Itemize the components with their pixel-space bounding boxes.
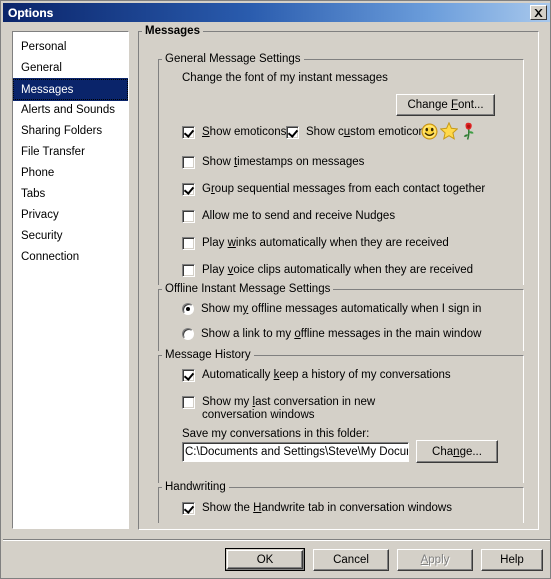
auto-keep-history-label: Automatically keep a history of my conve… xyxy=(202,369,451,381)
show-last-conversation-checkbox[interactable]: Show my last conversation in new conversa… xyxy=(182,396,442,422)
play-voice-clips-checkbox-box[interactable] xyxy=(182,264,195,277)
panel-title: Messages xyxy=(142,25,203,37)
offline-show-automatically-radio-box[interactable] xyxy=(182,303,194,315)
show-custom-emoticons-label: Show custom emoticons xyxy=(306,126,431,138)
change-font-description: Change the font of my instant messages xyxy=(182,72,388,84)
star-emoticon-icon xyxy=(440,122,458,140)
offline-show-link-radio[interactable]: Show a link to my offline messages in th… xyxy=(182,328,481,341)
show-last-conversation-checkbox-box[interactable] xyxy=(182,396,195,409)
options-dialog: Options Personal General Messages Alerts… xyxy=(0,0,551,579)
sidebar-item-tabs[interactable]: Tabs xyxy=(13,184,128,205)
offline-show-link-label: Show a link to my offline messages in th… xyxy=(201,328,482,340)
show-last-conversation-label: Show my last conversation in new conversa… xyxy=(202,396,376,421)
show-custom-emoticons-checkbox-box[interactable] xyxy=(286,126,299,139)
show-handwrite-tab-label: Show the Handwrite tab in conversation w… xyxy=(202,502,452,514)
ok-button[interactable]: OK xyxy=(225,548,305,571)
play-voice-clips-checkbox[interactable]: Play voice clips automatically when they… xyxy=(182,264,473,277)
general-settings-groupbox-frame xyxy=(158,59,524,285)
messages-settings-panel: Messages General Message Settings Change… xyxy=(138,25,539,530)
history-title: Message History xyxy=(162,349,254,361)
folder-path-value: C:\Documents and Settings\Steve\My Docum… xyxy=(185,446,409,458)
general-settings-title: General Message Settings xyxy=(162,53,304,65)
show-handwrite-tab-checkbox-box[interactable] xyxy=(182,502,195,515)
sidebar-item-alerts-and-sounds[interactable]: Alerts and Sounds xyxy=(13,100,128,121)
play-voice-clips-label: Play voice clips automatically when they… xyxy=(202,264,474,276)
offline-show-automatically-radio[interactable]: Show my offline messages automatically w… xyxy=(182,303,481,316)
allow-nudges-checkbox[interactable]: Allow me to send and receive Nudges xyxy=(182,210,395,223)
auto-keep-history-checkbox[interactable]: Automatically keep a history of my conve… xyxy=(182,369,451,382)
show-timestamps-label: Show timestamps on messages xyxy=(202,156,365,168)
handwriting-title: Handwriting xyxy=(162,481,229,493)
allow-nudges-label: Allow me to send and receive Nudges xyxy=(202,210,396,222)
sidebar-item-connection[interactable]: Connection xyxy=(13,247,128,268)
sidebar-item-personal[interactable]: Personal xyxy=(13,37,128,58)
help-button[interactable]: Help xyxy=(481,549,543,571)
allow-nudges-checkbox-box[interactable] xyxy=(182,210,195,223)
play-winks-checkbox-box[interactable] xyxy=(182,237,195,250)
offline-groupbox-frame xyxy=(158,289,524,351)
folder-path-input[interactable]: C:\Documents and Settings\Steve\My Docum… xyxy=(182,442,409,462)
apply-button: Apply xyxy=(397,549,473,571)
rose-emoticon-icon xyxy=(463,122,474,140)
offline-show-automatically-label: Show my offline messages automatically w… xyxy=(201,303,482,315)
smiley-emoticon-icon xyxy=(421,123,438,139)
ok-button-label: OK xyxy=(256,553,274,566)
sidebar-item-file-transfer[interactable]: File Transfer xyxy=(13,142,128,163)
ok-button-inner: OK xyxy=(227,550,303,569)
play-winks-checkbox[interactable]: Play winks automatically when they are r… xyxy=(182,237,449,250)
change-folder-button-label: Change... xyxy=(432,445,482,458)
change-folder-button[interactable]: Change... xyxy=(416,440,498,463)
offline-settings-title: Offline Instant Message Settings xyxy=(162,283,334,295)
sidebar-item-messages[interactable]: Messages xyxy=(13,78,128,101)
category-listbox[interactable]: Personal General Messages Alerts and Sou… xyxy=(12,31,129,529)
save-folder-label: Save my conversations in this folder: xyxy=(182,428,370,440)
group-sequential-checkbox-box[interactable] xyxy=(182,183,195,196)
footer-separator xyxy=(3,539,550,541)
auto-keep-history-checkbox-box[interactable] xyxy=(182,369,195,382)
title-bar[interactable]: Options xyxy=(3,3,550,22)
show-custom-emoticons-checkbox[interactable]: Show custom emoticons xyxy=(286,126,431,139)
cancel-button-label: Cancel xyxy=(333,554,369,566)
sidebar-item-privacy[interactable]: Privacy xyxy=(13,205,128,226)
emoticon-samples xyxy=(421,122,476,140)
play-winks-label: Play winks automatically when they are r… xyxy=(202,237,449,249)
close-icon xyxy=(534,8,543,17)
show-emoticons-checkbox[interactable]: Show emoticons xyxy=(182,126,286,139)
change-font-button[interactable]: Change Font... xyxy=(396,94,495,116)
window-title: Options xyxy=(8,5,54,20)
cancel-button[interactable]: Cancel xyxy=(313,549,389,571)
change-font-button-label: Change Font... xyxy=(407,99,484,111)
show-emoticons-label: Show emoticons xyxy=(202,126,287,138)
sidebar-item-sharing-folders[interactable]: Sharing Folders xyxy=(13,121,128,142)
sidebar-item-general[interactable]: General xyxy=(13,58,128,79)
close-button[interactable] xyxy=(530,5,547,20)
show-handwrite-tab-checkbox[interactable]: Show the Handwrite tab in conversation w… xyxy=(182,502,452,515)
offline-show-link-radio-box[interactable] xyxy=(182,328,194,340)
group-sequential-label: Group sequential messages from each cont… xyxy=(202,183,486,195)
group-sequential-checkbox[interactable]: Group sequential messages from each cont… xyxy=(182,183,485,196)
sidebar-item-security[interactable]: Security xyxy=(13,226,128,247)
apply-button-label: Apply xyxy=(420,554,450,566)
sidebar-item-phone[interactable]: Phone xyxy=(13,163,128,184)
show-emoticons-checkbox-box[interactable] xyxy=(182,126,195,139)
help-button-label: Help xyxy=(500,554,524,566)
show-timestamps-checkbox-box[interactable] xyxy=(182,156,195,169)
show-timestamps-checkbox[interactable]: Show timestamps on messages xyxy=(182,156,364,169)
